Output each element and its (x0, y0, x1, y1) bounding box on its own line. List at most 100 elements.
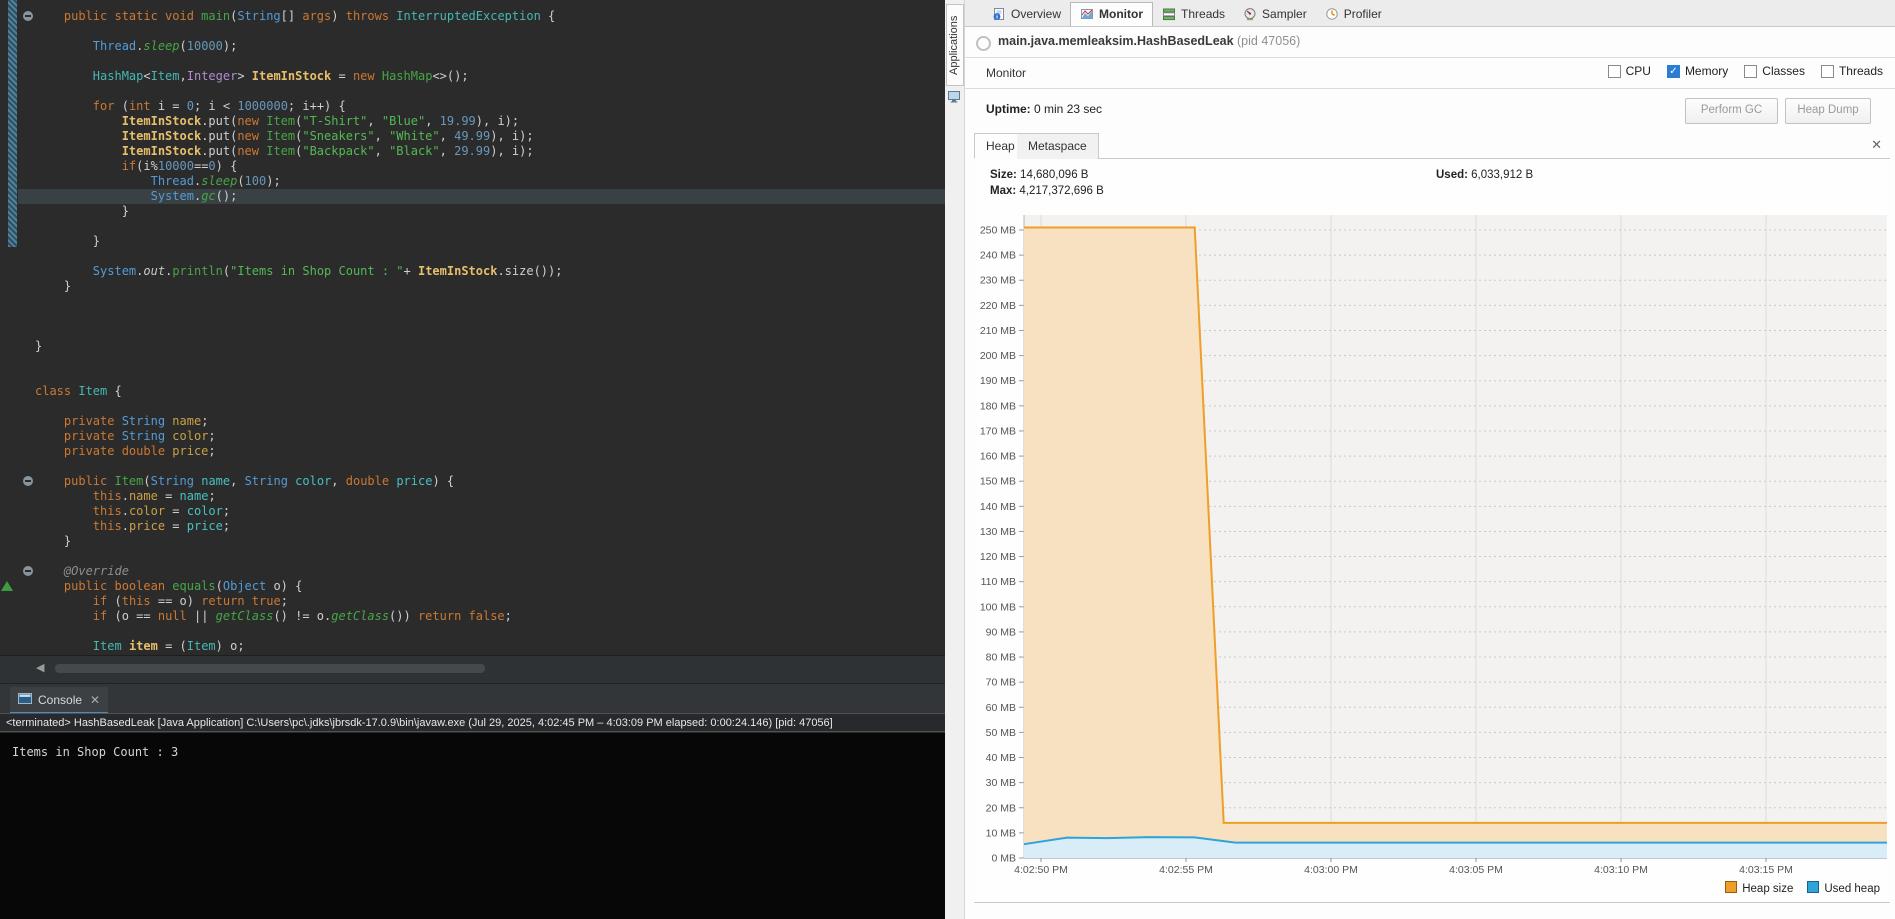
tab-sampler[interactable]: Sampler (1234, 3, 1316, 26)
svg-text:4:03:05 PM: 4:03:05 PM (1449, 864, 1503, 876)
tab-monitor[interactable]: Monitor (1070, 2, 1153, 26)
code-line: this.name = name; (0, 489, 945, 504)
code-line: Thread.sleep(100); (0, 174, 945, 189)
tab-overview[interactable]: Overview (983, 3, 1070, 26)
svg-text:20 MB: 20 MB (986, 802, 1016, 814)
svg-text:180 MB: 180 MB (980, 400, 1016, 412)
checkbox-cpu[interactable]: CPU (1608, 64, 1651, 78)
svg-text:110 MB: 110 MB (981, 576, 1016, 588)
code-line: @Override (0, 564, 945, 579)
scroll-left-icon[interactable]: ◀ (36, 661, 44, 674)
svg-text:50 MB: 50 MB (986, 727, 1016, 739)
code-line: if(i%10000==0) { (0, 159, 945, 174)
code-line: } (0, 204, 945, 219)
code-line: } (0, 279, 945, 294)
code-line (0, 309, 945, 324)
tab-profiler[interactable]: Profiler (1316, 3, 1391, 26)
perform-gc-button[interactable]: Perform GC (1685, 98, 1778, 124)
svg-text:0 MB: 0 MB (991, 853, 1016, 865)
code-line (0, 219, 945, 234)
svg-text:250 MB: 250 MB (980, 225, 1016, 237)
checkbox-box[interactable] (1744, 65, 1757, 78)
legend-item-used-heap: Used heap (1807, 881, 1880, 895)
code-line (0, 354, 945, 369)
editor-hscrollbar[interactable]: ◀ (0, 655, 945, 684)
svg-text:200 MB: 200 MB (980, 350, 1016, 362)
code-line: } (0, 339, 945, 354)
code-line (0, 399, 945, 414)
change-indicator-bar (8, 0, 17, 247)
uptime: Uptime: 0 min 23 sec (986, 102, 1102, 116)
code-line: this.color = color; (0, 504, 945, 519)
visualvm-panel: Applications OverviewMonitorThreadsSampl… (945, 0, 1895, 919)
svg-text:90 MB: 90 MB (986, 626, 1016, 638)
code-line (0, 624, 945, 639)
svg-text:10 MB: 10 MB (986, 827, 1016, 839)
threads-icon (1162, 7, 1176, 21)
code-line (0, 84, 945, 99)
checkbox-box[interactable] (1608, 65, 1621, 78)
code-line: } (0, 534, 945, 549)
tab-console[interactable]: Console ✕ (10, 687, 108, 714)
code-line: } (0, 234, 945, 249)
code-line: private String color; (0, 429, 945, 444)
svg-text:100 MB: 100 MB (980, 601, 1016, 613)
checkbox-box[interactable] (1821, 65, 1834, 78)
console-tab-label: Console (38, 693, 82, 707)
svg-text:140 MB: 140 MB (980, 501, 1016, 513)
checkbox-classes[interactable]: Classes (1744, 64, 1805, 78)
code-line (0, 324, 945, 339)
applications-strip: Applications (945, 0, 965, 919)
fold-icon[interactable] (23, 11, 33, 21)
console-output-area[interactable]: Items in Shop Count : 3 (0, 733, 945, 919)
svg-text:80 MB: 80 MB (986, 652, 1016, 664)
status-ring-icon (976, 36, 991, 51)
console-icon (18, 693, 32, 707)
code-line (0, 249, 945, 264)
window-icon[interactable] (947, 90, 961, 104)
scrollbar-thumb[interactable] (55, 664, 485, 673)
heap-used-stat: Used: 6,033,912 B (1436, 169, 1533, 181)
fold-icon[interactable] (23, 566, 33, 576)
override-marker-icon[interactable] (1, 581, 13, 591)
checkbox-memory[interactable]: ✓Memory (1667, 64, 1728, 78)
console-output-line: Items in Shop Count : 3 (12, 745, 945, 759)
checkbox-threads[interactable]: Threads (1821, 64, 1883, 78)
svg-text:60 MB: 60 MB (986, 702, 1016, 714)
code-line: Item item = (Item) o; (0, 639, 945, 654)
heap-panel: Size: 14,680,096 B Used: 6,033,912 B Max… (974, 159, 1890, 903)
code-line: public boolean equals(Object o) { (0, 579, 945, 594)
svg-text:190 MB: 190 MB (980, 375, 1016, 387)
fold-icon[interactable] (23, 476, 33, 486)
application-name: main.java.memleaksim.HashBasedLeak (pid … (998, 34, 1300, 48)
code-line: if (o == null || getClass() != o.getClas… (0, 609, 945, 624)
tab-threads[interactable]: Threads (1153, 3, 1234, 26)
close-memory-view-icon[interactable]: ✕ (1871, 137, 1882, 153)
svg-text:70 MB: 70 MB (986, 677, 1016, 689)
close-icon[interactable]: ✕ (90, 693, 100, 707)
code-line: public Item(String name, String color, d… (0, 474, 945, 489)
overview-icon (992, 7, 1006, 21)
code-editor[interactable]: public static void main(String[] args) t… (0, 0, 945, 655)
visualvm-tabbar: OverviewMonitorThreadsSamplerProfiler (965, 0, 1895, 27)
code-line (0, 549, 945, 564)
code-line (0, 459, 945, 474)
sampler-icon (1243, 7, 1257, 21)
svg-text:170 MB: 170 MB (980, 425, 1016, 437)
code-line: ItemInStock.put(new Item("T-Shirt", "Blu… (0, 114, 945, 129)
console-status: <terminated> HashBasedLeak [Java Applica… (0, 713, 945, 732)
heap-dump-button[interactable]: Heap Dump (1785, 98, 1871, 124)
svg-text:4:02:55 PM: 4:02:55 PM (1159, 864, 1213, 876)
applications-tab[interactable]: Applications (946, 4, 964, 86)
legend-item-heap-size: Heap size (1725, 881, 1793, 895)
heap-size-stat: Size: 14,680,096 B (990, 169, 1088, 181)
svg-text:160 MB: 160 MB (980, 451, 1016, 463)
checkbox-box[interactable]: ✓ (1667, 65, 1680, 78)
svg-text:230 MB: 230 MB (980, 275, 1016, 287)
chart-legend: Heap size Used heap (1725, 881, 1880, 895)
svg-text:4:03:00 PM: 4:03:00 PM (1304, 864, 1358, 876)
svg-text:120 MB: 120 MB (980, 551, 1016, 563)
tab-metaspace[interactable]: Metaspace (1017, 133, 1099, 159)
svg-text:4:03:15 PM: 4:03:15 PM (1739, 864, 1793, 876)
svg-text:40 MB: 40 MB (986, 752, 1016, 764)
